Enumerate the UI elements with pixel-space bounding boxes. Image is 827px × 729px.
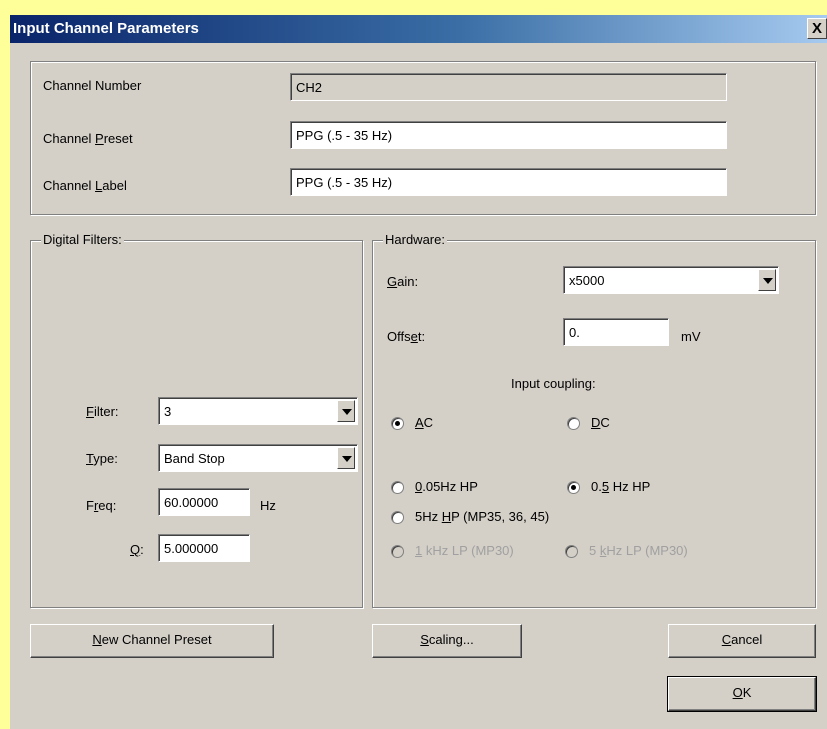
type-label: Type: bbox=[86, 451, 118, 466]
ac-radio[interactable] bbox=[391, 417, 404, 430]
hp-05-radio[interactable] bbox=[567, 481, 580, 494]
freq-label: Freq: bbox=[86, 498, 117, 513]
chevron-down-icon[interactable] bbox=[337, 400, 355, 422]
hp-005-radio[interactable] bbox=[391, 481, 404, 494]
channel-label-field[interactable]: PPG (.5 - 35 Hz) bbox=[290, 168, 727, 196]
dc-label[interactable]: DC bbox=[591, 415, 610, 430]
cancel-button[interactable]: Cancel bbox=[668, 624, 816, 658]
freq-input[interactable]: 60.00000 bbox=[158, 488, 250, 516]
hp-5-radio[interactable] bbox=[391, 511, 404, 524]
chevron-down-icon[interactable] bbox=[758, 269, 776, 291]
q-input[interactable]: 5.000000 bbox=[158, 534, 250, 562]
channel-number-label: Channel Number bbox=[43, 78, 142, 93]
offset-label: Offset: bbox=[387, 329, 426, 344]
ok-button[interactable]: OK bbox=[667, 676, 817, 712]
hp-005-label[interactable]: 0.05Hz HP bbox=[415, 479, 478, 494]
freq-unit: Hz bbox=[260, 498, 276, 513]
new-channel-preset-button[interactable]: New Channel Preset bbox=[30, 624, 274, 658]
close-icon: X bbox=[811, 20, 822, 37]
hardware-group-label: Hardware: bbox=[383, 232, 447, 247]
gain-select[interactable]: x5000 bbox=[563, 266, 779, 294]
lp-1khz-radio bbox=[391, 545, 404, 558]
offset-input[interactable]: 0. bbox=[563, 318, 669, 346]
digital-filters-group-label: Digital Filters: bbox=[41, 232, 124, 247]
close-button[interactable]: X bbox=[807, 18, 827, 39]
channel-label-label: Channel Label bbox=[43, 178, 127, 193]
q-label: Q: bbox=[130, 542, 144, 557]
offset-unit: mV bbox=[681, 329, 701, 344]
dc-radio[interactable] bbox=[567, 417, 580, 430]
lp-1khz-label: 1 kHz LP (MP30) bbox=[415, 543, 514, 558]
window-title: Input Channel Parameters bbox=[13, 20, 199, 37]
filter-label: Filter: bbox=[86, 404, 119, 419]
hp-5-label[interactable]: 5Hz HP (MP35, 36, 45) bbox=[415, 509, 549, 524]
input-channel-parameters-dialog: Input Channel Parameters X Channel Numbe… bbox=[10, 15, 827, 729]
filter-select[interactable]: 3 bbox=[158, 397, 358, 425]
input-coupling-label: Input coupling: bbox=[511, 376, 596, 391]
channel-number-field: CH2 bbox=[290, 73, 727, 101]
hp-05-label[interactable]: 0.5 Hz HP bbox=[591, 479, 650, 494]
scaling-button[interactable]: Scaling... bbox=[372, 624, 522, 658]
ac-label[interactable]: AC bbox=[415, 415, 433, 430]
gain-label: Gain: bbox=[387, 274, 419, 289]
title-bar[interactable]: Input Channel Parameters X bbox=[10, 15, 827, 43]
channel-preset-label: Channel Preset bbox=[43, 131, 133, 146]
lp-5khz-radio bbox=[565, 545, 578, 558]
lp-5khz-label: 5 kHz LP (MP30) bbox=[589, 543, 688, 558]
type-select[interactable]: Band Stop bbox=[158, 444, 358, 472]
chevron-down-icon[interactable] bbox=[337, 447, 355, 469]
channel-preset-field[interactable]: PPG (.5 - 35 Hz) bbox=[290, 121, 727, 149]
